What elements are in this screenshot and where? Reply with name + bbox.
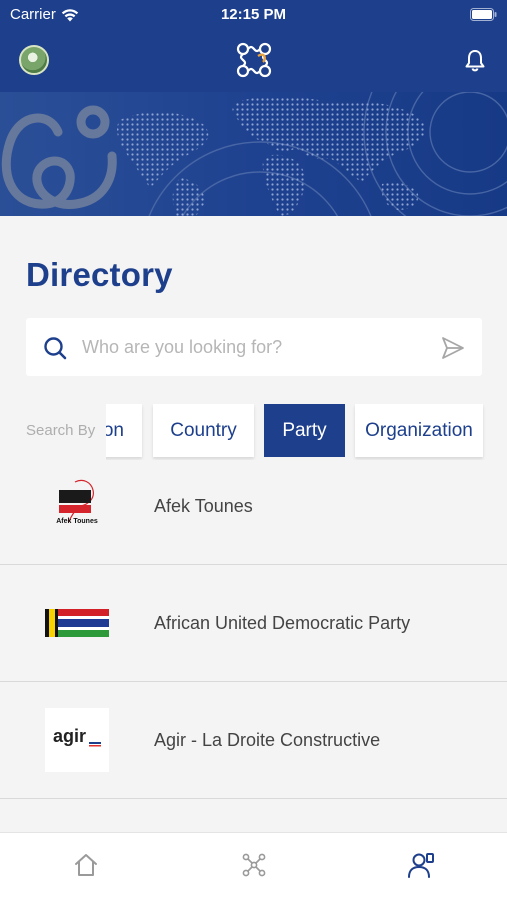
network-icon[interactable] bbox=[240, 851, 268, 879]
list-item-name: Agir - La Droite Constructive bbox=[154, 730, 381, 750]
search-by-filters: Search By on Country Party Organization bbox=[0, 404, 507, 460]
battery-icon bbox=[470, 8, 497, 21]
list-item[interactable]: agir Agir - La Droite Constructive bbox=[0, 682, 507, 799]
list-item[interactable]: African United Democratic Party bbox=[0, 565, 507, 682]
list-item-name: African United Democratic Party bbox=[154, 613, 411, 633]
filter-chip-person[interactable]: on bbox=[106, 404, 142, 457]
audp-flag-logo bbox=[45, 591, 109, 655]
page-title: Directory bbox=[26, 256, 173, 293]
afek-tounes-logo: Afek Tounes bbox=[45, 474, 109, 538]
afek-tounes-logo-text: Afek Tounes bbox=[56, 518, 98, 525]
search-by-label: Search By bbox=[26, 422, 96, 439]
header-banner bbox=[0, 92, 507, 216]
party-list: Afek Tounes Afek Tounes African United D… bbox=[0, 462, 507, 799]
search-icon bbox=[44, 337, 67, 360]
status-bar: Carrier 12:15 PM bbox=[0, 0, 507, 30]
bell-icon[interactable] bbox=[462, 48, 488, 74]
search-input[interactable] bbox=[82, 318, 422, 376]
send-icon[interactable] bbox=[440, 335, 466, 361]
filter-chips: on Country Party Organization bbox=[106, 404, 507, 460]
list-item[interactable]: Afek Tounes Afek Tounes bbox=[0, 462, 507, 565]
agir-logo: agir bbox=[45, 708, 109, 772]
app-logo-icon bbox=[236, 42, 272, 78]
list-item-name: Afek Tounes bbox=[154, 496, 253, 516]
avatar[interactable] bbox=[19, 45, 49, 75]
directory-content: Directory Search By on Country Party Org… bbox=[0, 216, 507, 832]
filter-chip-organization[interactable]: Organization bbox=[355, 404, 483, 457]
nav-bar bbox=[0, 30, 507, 92]
tab-bar bbox=[0, 832, 507, 900]
search-bar bbox=[26, 318, 482, 376]
home-icon[interactable] bbox=[72, 851, 100, 879]
clock: 12:15 PM bbox=[220, 6, 287, 23]
filter-chip-party[interactable]: Party bbox=[264, 404, 345, 457]
directory-icon[interactable] bbox=[407, 851, 435, 879]
world-map-illustration bbox=[1, 92, 507, 216]
agir-logo-text: agir bbox=[53, 726, 86, 746]
filter-chip-country[interactable]: Country bbox=[153, 404, 254, 457]
